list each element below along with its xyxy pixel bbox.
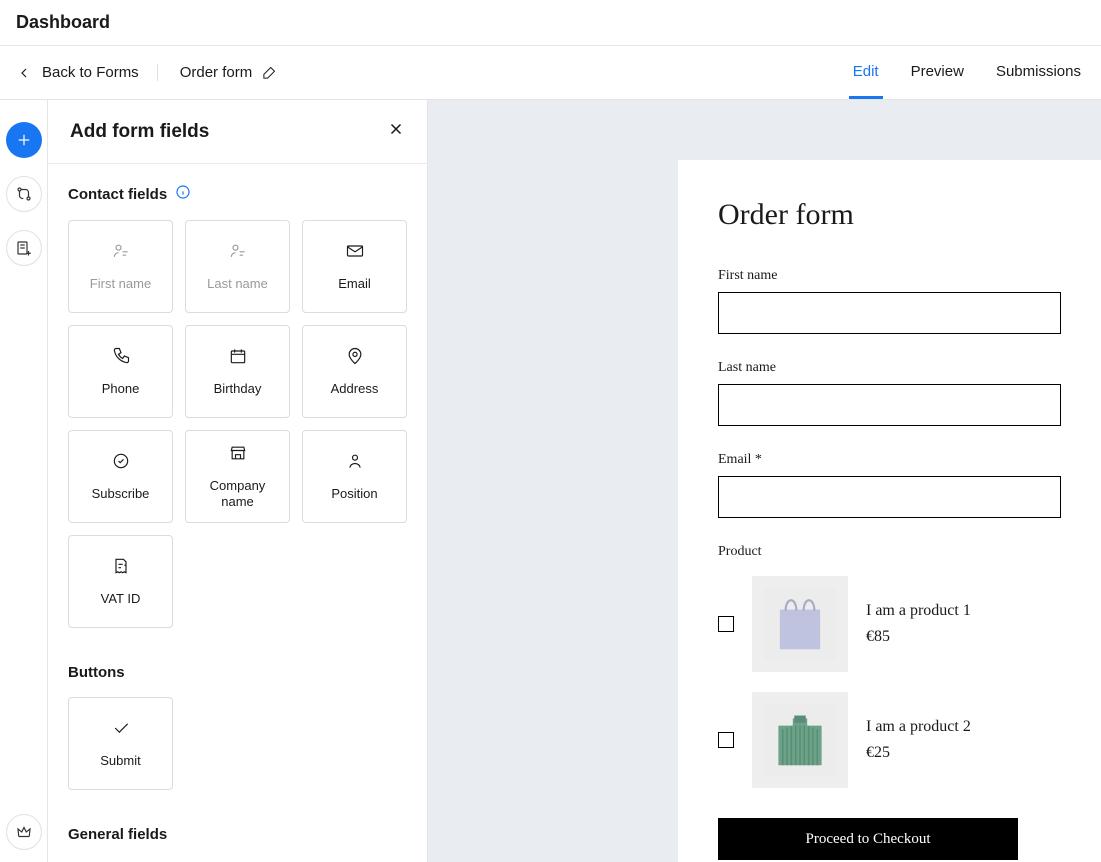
close-panel-button[interactable]	[387, 120, 405, 143]
sub-header: Back to Forms Order form Edit Preview Su…	[0, 46, 1101, 100]
flow-icon	[15, 185, 33, 203]
section-title-general: General fields	[68, 826, 407, 843]
form-title: Order form	[718, 198, 1061, 232]
field-company[interactable]: Company name	[185, 430, 290, 523]
label-last-name: Last name	[718, 360, 1061, 376]
crown-icon	[15, 823, 33, 841]
mail-icon	[345, 241, 365, 266]
field-first-name[interactable]: First name	[68, 220, 173, 313]
product-image-2	[752, 692, 848, 788]
tab-preview[interactable]: Preview	[907, 46, 968, 99]
rail-form-button[interactable]	[6, 230, 42, 266]
field-position[interactable]: Position	[302, 430, 407, 523]
field-address[interactable]: Address	[302, 325, 407, 418]
rail-add-button[interactable]	[6, 122, 42, 158]
input-email[interactable]	[718, 476, 1061, 518]
phone-icon	[111, 346, 131, 371]
input-last-name[interactable]	[718, 384, 1061, 426]
person-text-icon	[228, 241, 248, 266]
label-product: Product	[718, 544, 1061, 560]
back-label: Back to Forms	[42, 64, 139, 81]
field-birthday[interactable]: Birthday	[185, 325, 290, 418]
person-icon	[345, 451, 365, 476]
field-email[interactable]: Email	[302, 220, 407, 313]
store-icon	[228, 443, 248, 468]
info-icon[interactable]	[175, 184, 191, 204]
section-title-buttons: Buttons	[68, 664, 407, 681]
check-circle-icon	[111, 451, 131, 476]
product-checkbox-2[interactable]	[718, 732, 734, 748]
plus-icon	[15, 131, 33, 149]
calendar-icon	[228, 346, 248, 371]
product-row: I am a product 2 €25	[718, 692, 1061, 788]
product-info: I am a product 1 €85	[866, 602, 971, 646]
label-first-name: First name	[718, 268, 1061, 284]
receipt-icon	[111, 556, 131, 581]
page-title: Dashboard	[16, 12, 110, 32]
field-last-name[interactable]: Last name	[185, 220, 290, 313]
canvas: Order form First name Last name Email * …	[428, 100, 1101, 862]
person-text-icon	[111, 241, 131, 266]
input-first-name[interactable]	[718, 292, 1061, 334]
side-rail	[0, 100, 48, 862]
pin-icon	[345, 346, 365, 371]
product-image-1	[752, 576, 848, 672]
form-name-edit[interactable]: Order form	[180, 64, 278, 81]
product-section: Product I am a product 1 €85	[718, 544, 1061, 860]
form-field-last-name[interactable]: Last name	[718, 360, 1061, 426]
product-price: €25	[866, 744, 971, 762]
close-icon	[387, 120, 405, 138]
field-vat[interactable]: VAT ID	[68, 535, 173, 628]
checkout-button[interactable]: Proceed to Checkout	[718, 818, 1018, 860]
pencil-icon	[262, 65, 277, 80]
sidebar-title: Add form fields	[70, 121, 209, 143]
rail-flow-button[interactable]	[6, 176, 42, 212]
sidebar-header: Add form fields	[48, 100, 427, 164]
check-icon	[111, 718, 131, 743]
sweater-icon	[764, 704, 836, 776]
form-add-icon	[15, 239, 33, 257]
arrow-left-icon	[16, 65, 32, 81]
label-email: Email *	[718, 452, 1061, 468]
product-info: I am a product 2 €25	[866, 718, 971, 762]
back-to-forms-link[interactable]: Back to Forms	[16, 64, 158, 81]
tab-edit[interactable]: Edit	[849, 46, 883, 99]
product-name: I am a product 2	[866, 718, 971, 736]
form-field-email[interactable]: Email *	[718, 452, 1061, 518]
tab-submissions[interactable]: Submissions	[992, 46, 1085, 99]
tabs: Edit Preview Submissions	[849, 46, 1085, 99]
tote-bag-icon	[764, 588, 836, 660]
field-subscribe[interactable]: Subscribe	[68, 430, 173, 523]
product-name: I am a product 1	[866, 602, 971, 620]
product-price: €85	[866, 628, 971, 646]
app-header: Dashboard	[0, 0, 1101, 46]
product-row: I am a product 1 €85	[718, 576, 1061, 672]
field-submit[interactable]: Submit	[68, 697, 173, 790]
sidebar-panel: Add form fields Contact fields First nam…	[48, 100, 428, 862]
section-title-contact: Contact fields	[68, 184, 407, 204]
form-preview: Order form First name Last name Email * …	[678, 160, 1101, 862]
field-phone[interactable]: Phone	[68, 325, 173, 418]
rail-crown-button[interactable]	[6, 814, 42, 850]
form-name-label: Order form	[180, 64, 253, 81]
product-checkbox-1[interactable]	[718, 616, 734, 632]
form-field-first-name[interactable]: First name	[718, 268, 1061, 334]
